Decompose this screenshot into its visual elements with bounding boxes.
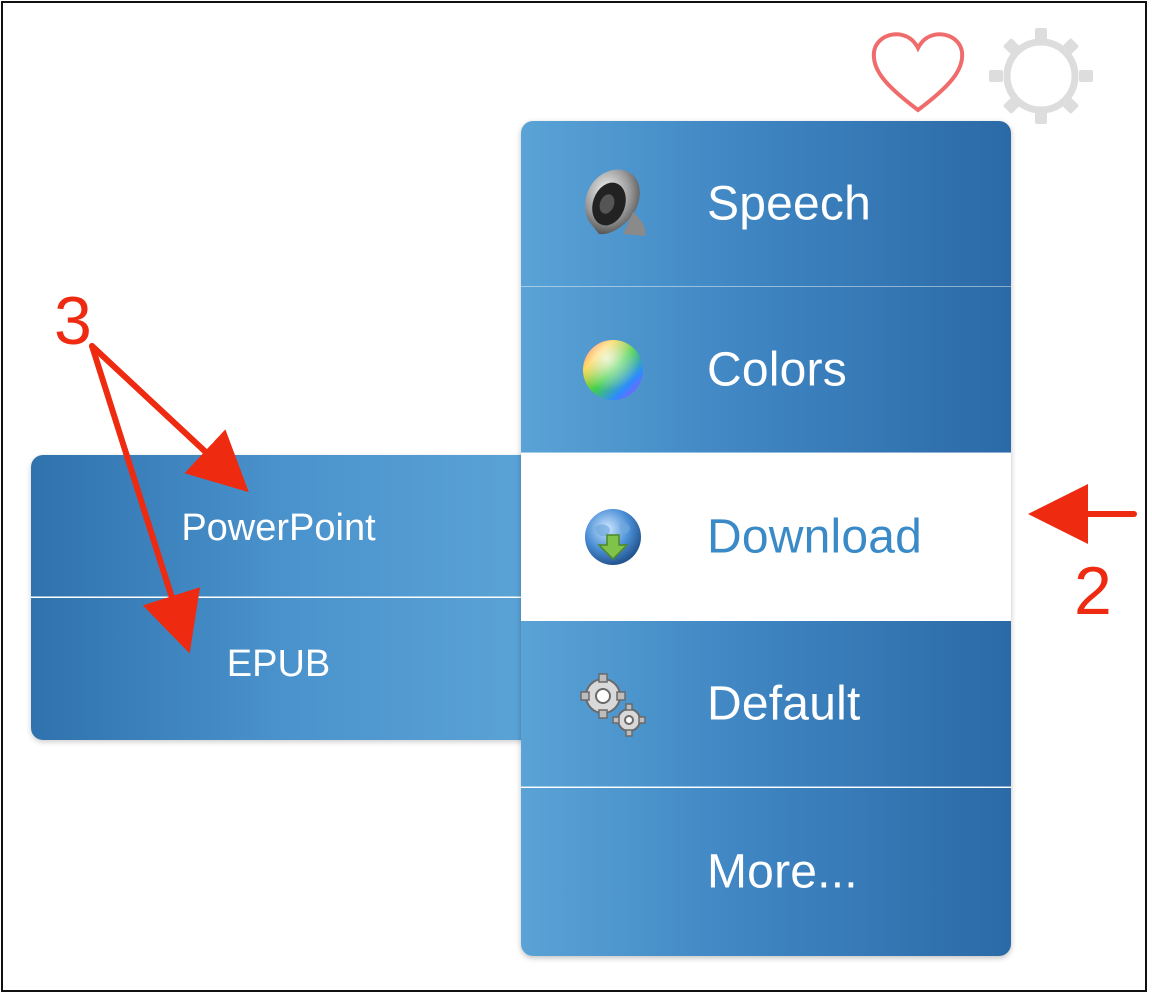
- gears-icon: [580, 672, 646, 737]
- menu-item-speech[interactable]: Speech: [521, 121, 1011, 287]
- submenu-item-label: EPUB: [226, 643, 331, 685]
- menu-item-label: Download: [707, 510, 923, 564]
- settings-menu: Speech Colors Download Default More...: [521, 121, 1011, 956]
- menu-item-download[interactable]: Download: [521, 453, 1011, 621]
- annotation-number-2: 2: [1074, 553, 1112, 629]
- menu-item-colors[interactable]: Colors: [521, 287, 1011, 453]
- menu-item-label: Default: [707, 677, 861, 730]
- globe-download-icon: [585, 509, 641, 565]
- menu-item-label: Colors: [707, 343, 847, 396]
- submenu-item-label: PowerPoint: [181, 507, 376, 549]
- heart-icon[interactable]: [868, 28, 968, 116]
- color-wheel-icon: [583, 339, 643, 400]
- menu-item-more[interactable]: More...: [521, 788, 1011, 956]
- speaker-icon: [585, 169, 646, 236]
- menu-item-label: Speech: [707, 177, 871, 230]
- menu-item-default[interactable]: Default: [521, 621, 1011, 787]
- gear-icon[interactable]: [985, 22, 1097, 130]
- menu-item-label: More...: [707, 845, 858, 899]
- submenu-item-epub[interactable]: EPUB: [31, 598, 526, 740]
- annotation-number-3: 3: [54, 283, 92, 359]
- download-submenu: PowerPoint EPUB: [31, 455, 526, 740]
- submenu-item-powerpoint[interactable]: PowerPoint: [31, 455, 526, 597]
